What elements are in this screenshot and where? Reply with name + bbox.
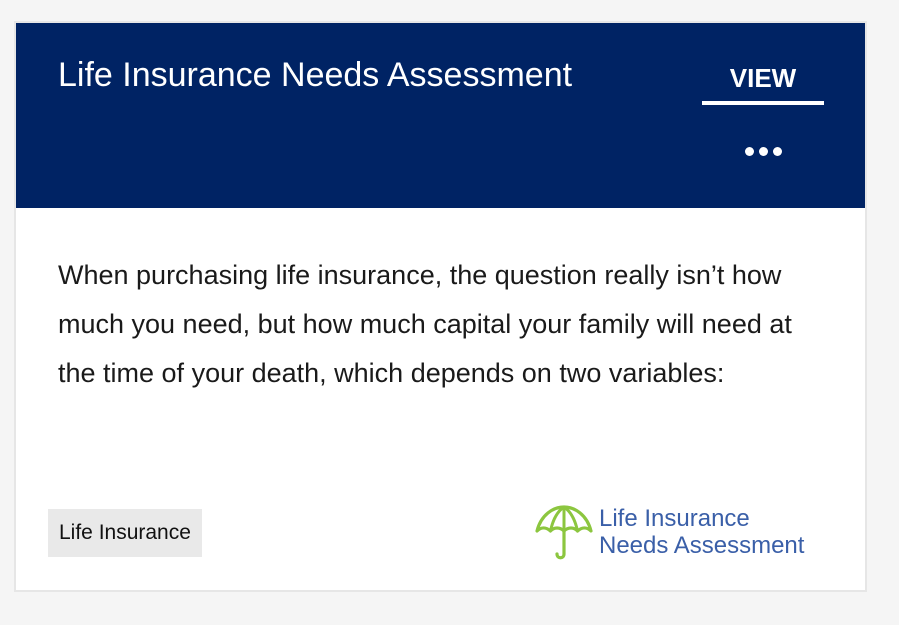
more-options-button[interactable] [732, 135, 794, 167]
card-title: Life Insurance Needs Assessment [58, 56, 573, 94]
product-logo: Life Insurance Needs Assessment [533, 497, 843, 567]
more-horizontal-icon [744, 146, 754, 156]
more-horizontal-icon [758, 146, 768, 156]
logo-text: Life Insurance Needs Assessment [599, 505, 804, 559]
umbrella-icon [535, 505, 593, 560]
content-card: Life Insurance Needs Assessment VIEW Whe… [14, 21, 867, 592]
card-header: Life Insurance Needs Assessment VIEW [16, 23, 865, 208]
logo-line-2: Needs Assessment [599, 532, 805, 559]
logo-line-1: Life Insurance [599, 505, 750, 532]
more-horizontal-icon [772, 146, 782, 156]
category-tag[interactable]: Life Insurance [48, 509, 202, 557]
view-button[interactable]: VIEW [702, 61, 824, 105]
card-description: When purchasing life insurance, the ques… [58, 260, 792, 388]
